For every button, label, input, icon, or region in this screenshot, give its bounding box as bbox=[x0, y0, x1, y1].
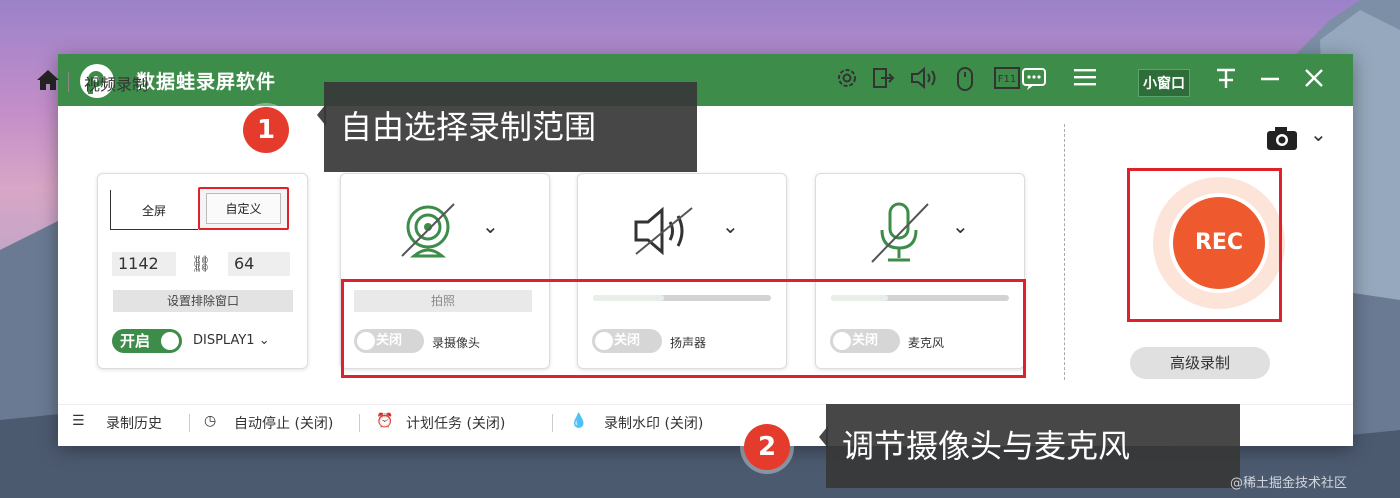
display-select[interactable]: DISPLAY1 ⌄ bbox=[193, 333, 270, 348]
speaker-icon[interactable] bbox=[910, 66, 936, 95]
pin-icon[interactable] bbox=[1212, 67, 1240, 96]
water-drop-icon: 💧 bbox=[570, 413, 588, 429]
microphone-muted-icon[interactable] bbox=[868, 200, 932, 268]
message-icon[interactable] bbox=[1020, 67, 1048, 98]
schedule-task-link[interactable]: 计划任务 (关闭) bbox=[406, 413, 505, 433]
menu-icon[interactable] bbox=[1071, 67, 1099, 94]
mouse-icon[interactable] bbox=[952, 66, 978, 97]
home-icon[interactable] bbox=[36, 69, 60, 97]
devices-highlight-box bbox=[341, 279, 1026, 378]
bottom-divider bbox=[189, 414, 190, 432]
f11-icon[interactable]: F11 bbox=[992, 66, 1022, 95]
breadcrumb-divider bbox=[68, 72, 69, 92]
area-toggle[interactable]: 开启 bbox=[112, 329, 182, 353]
bottom-divider bbox=[359, 414, 360, 432]
record-history-link[interactable]: 录制历史 bbox=[106, 413, 162, 433]
step-2-callout: 调节摄像头与麦克风 bbox=[819, 404, 1240, 488]
mini-window-button[interactable]: 小窗口 bbox=[1138, 69, 1190, 97]
speaker-chevron-icon[interactable]: ⌄ bbox=[722, 214, 739, 238]
speaker-muted-icon[interactable] bbox=[630, 204, 700, 262]
gear-icon[interactable] bbox=[834, 66, 860, 95]
alarm-clock-icon: ⏰ bbox=[376, 413, 394, 429]
close-icon[interactable] bbox=[1300, 67, 1328, 96]
history-menu-icon[interactable]: ☰ bbox=[72, 413, 85, 429]
step-2-badge: 2 bbox=[744, 424, 790, 470]
vertical-divider bbox=[1064, 124, 1065, 380]
fullscreen-button[interactable]: 全屏 bbox=[120, 200, 188, 222]
microphone-chevron-icon[interactable]: ⌄ bbox=[952, 214, 969, 238]
camera-chevron-icon[interactable]: ⌄ bbox=[482, 214, 499, 238]
advanced-record-button[interactable]: 高级录制 bbox=[1130, 347, 1270, 379]
app-title: 数据蛙录屏软件 bbox=[136, 71, 277, 93]
width-input[interactable]: 1142 bbox=[112, 252, 176, 276]
clock-icon: ◷ bbox=[204, 413, 217, 429]
height-input[interactable]: 64 bbox=[228, 252, 290, 276]
watermark-link[interactable]: 录制水印 (关闭) bbox=[604, 413, 703, 433]
custom-range-button[interactable]: 自定义 bbox=[198, 187, 289, 230]
chevron-down-icon[interactable]: ⌄ bbox=[1310, 122, 1327, 146]
step-1-callout: 自由选择录制范围 bbox=[317, 82, 697, 172]
webcam-icon[interactable] bbox=[398, 200, 458, 264]
exclude-window-button[interactable]: 设置排除窗口 bbox=[113, 290, 293, 312]
bottom-divider bbox=[552, 414, 553, 432]
rec-highlight-box bbox=[1127, 168, 1282, 322]
svg-text:F11: F11 bbox=[998, 74, 1016, 85]
step-1-badge: 1 bbox=[243, 107, 289, 153]
screenshot-camera-icon[interactable] bbox=[1265, 124, 1299, 156]
source-watermark: @稀土掘金技术社区 bbox=[1230, 476, 1348, 491]
title-bar: 数据蛙录屏软件 小窗口 bbox=[58, 54, 1353, 106]
breadcrumb-current: 视频录制 bbox=[84, 75, 149, 94]
auto-stop-link[interactable]: 自动停止 (关闭) bbox=[234, 413, 333, 433]
custom-range-label: 自定义 bbox=[206, 193, 281, 224]
minimize-icon[interactable] bbox=[1256, 67, 1284, 96]
export-icon[interactable] bbox=[870, 66, 896, 95]
link-aspect-icon[interactable]: ⛓ bbox=[191, 254, 211, 273]
